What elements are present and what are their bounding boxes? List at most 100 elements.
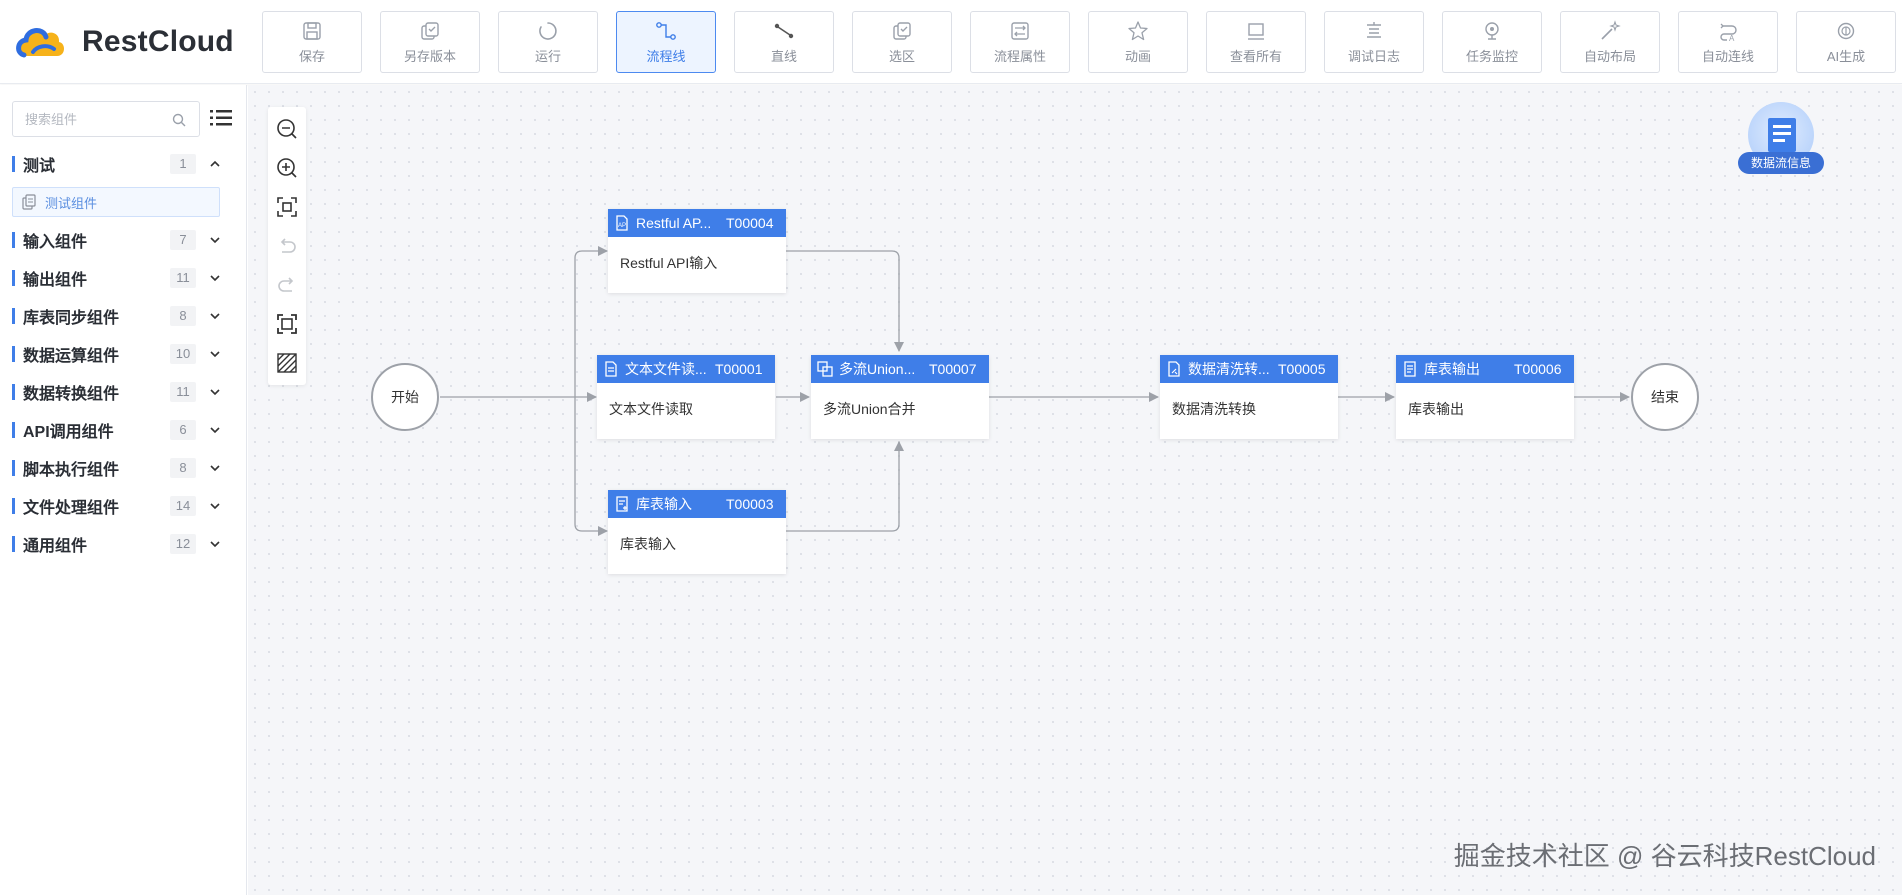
group-common[interactable]: 通用组件 12 (0, 525, 247, 563)
end-node[interactable]: 结束 (1631, 363, 1699, 431)
node-header: 多流Union... T00007 (811, 355, 989, 383)
flow-node-union[interactable]: 多流Union... T00007 多流Union合并 (811, 355, 989, 439)
fit-view-icon[interactable] (275, 195, 299, 219)
debug-log-button[interactable]: 调试日志 (1324, 11, 1424, 73)
watermark-text: 掘金技术社区 @ 谷云科技RestCloud (1453, 841, 1876, 871)
view-all-label: 查看所有 (1229, 49, 1282, 64)
group-marker (12, 498, 15, 514)
auto-connect-label: 自动连线 (1701, 49, 1754, 64)
group-data-compute[interactable]: 数据运算组件 10 (0, 335, 247, 373)
group-api-call[interactable]: API调用组件 6 (0, 411, 247, 449)
canvas-tool-panel (268, 107, 306, 385)
straight-line-icon (772, 19, 796, 43)
table-input-icon (614, 496, 630, 512)
zoom-out-icon[interactable] (275, 117, 299, 141)
data-clean-icon (1166, 361, 1182, 377)
straight-line-button[interactable]: 直线 (734, 11, 834, 73)
task-monitor-icon (1480, 19, 1504, 43)
group-count: 6 (170, 420, 196, 440)
straight-line-label: 直线 (770, 49, 797, 64)
group-output[interactable]: 输出组件 11 (0, 259, 247, 297)
app-logo[interactable]: RestCloud (14, 22, 234, 62)
api-file-icon: API (614, 215, 630, 231)
group-input[interactable]: 输入组件 7 (0, 221, 247, 259)
component-groups: 测试 1 测试组件 输入组件 7 输出组件 11 库表同步组件 8 数据运算组件… (0, 145, 247, 563)
select-area-button[interactable]: 选区 (852, 11, 952, 73)
start-node[interactable]: 开始 (371, 363, 439, 431)
save-button[interactable]: 保存 (262, 11, 362, 73)
group-name: 数据转换组件 (23, 386, 120, 403)
chevron-down-icon[interactable] (208, 461, 222, 475)
group-marker (12, 308, 15, 324)
save-version-button[interactable]: 另存版本 (380, 11, 480, 73)
node-header: 库表输出 T00006 (1396, 355, 1574, 383)
task-monitor-label: 任务监控 (1465, 49, 1518, 64)
node-header: 文本文件读... T00001 (597, 355, 775, 383)
component-item-label: 测试组件 (45, 195, 98, 211)
view-all-button[interactable]: 查看所有 (1206, 11, 1306, 73)
group-name: API调用组件 (23, 424, 114, 441)
node-header: API Restful AP... T00004 (608, 209, 786, 237)
flow-properties-icon (1008, 19, 1032, 43)
run-label: 运行 (534, 49, 561, 64)
group-data-transform[interactable]: 数据转换组件 11 (0, 373, 247, 411)
node-header: 数据清洗转... T00005 (1160, 355, 1338, 383)
animation-icon (1126, 19, 1150, 43)
component-file-icon (22, 194, 36, 210)
group-name: 输出组件 (23, 272, 88, 289)
group-marker (12, 536, 15, 552)
group-count: 14 (170, 496, 196, 516)
flow-node-table-input[interactable]: 库表输入 T00003 库表输入 (608, 490, 786, 574)
flow-canvas[interactable] (248, 85, 1902, 895)
group-table-sync[interactable]: 库表同步组件 8 (0, 297, 247, 335)
zoom-in-icon[interactable] (275, 156, 299, 180)
chevron-down-icon[interactable] (208, 423, 222, 437)
chevron-up-icon[interactable] (208, 157, 222, 171)
node-body: 库表输入 (620, 536, 676, 552)
dataflow-info-widget[interactable]: 数据流信息 (1738, 102, 1824, 178)
component-item-test[interactable]: 测试组件 (12, 187, 220, 217)
group-marker (12, 270, 15, 286)
redo-icon[interactable] (275, 273, 299, 297)
node-body: 数据清洗转换 (1172, 401, 1256, 417)
group-script-exec[interactable]: 脚本执行组件 8 (0, 449, 247, 487)
ai-generate-button[interactable]: AI生成 (1796, 11, 1896, 73)
animation-button[interactable]: 动画 (1088, 11, 1188, 73)
group-file-process[interactable]: 文件处理组件 14 (0, 487, 247, 525)
chevron-down-icon[interactable] (208, 537, 222, 551)
auto-connect-button[interactable]: A 自动连线 (1678, 11, 1778, 73)
group-name: 数据运算组件 (23, 348, 120, 365)
animation-label: 动画 (1124, 49, 1151, 64)
chevron-down-icon[interactable] (208, 347, 222, 361)
flow-node-text-file[interactable]: 文本文件读... T00001 文本文件读取 (597, 355, 775, 439)
search-icon[interactable] (171, 112, 187, 128)
list-view-icon[interactable] (208, 105, 234, 131)
group-test[interactable]: 测试 1 (0, 145, 247, 183)
component-search-input[interactable] (25, 111, 175, 127)
flow-node-data-clean[interactable]: 数据清洗转... T00005 数据清洗转换 (1160, 355, 1338, 439)
fullscreen-icon[interactable] (275, 312, 299, 336)
node-title: 多流Union... (839, 361, 916, 377)
group-name: 脚本执行组件 (23, 462, 120, 479)
flow-line-button[interactable]: 流程线 (616, 11, 716, 73)
run-button[interactable]: 运行 (498, 11, 598, 73)
chevron-down-icon[interactable] (208, 385, 222, 399)
node-title: 数据清洗转... (1188, 361, 1270, 377)
auto-layout-button[interactable]: 自动布局 (1560, 11, 1660, 73)
flow-properties-button[interactable]: 流程属性 (970, 11, 1070, 73)
chevron-down-icon[interactable] (208, 233, 222, 247)
flow-node-table-output[interactable]: 库表输出 T00006 库表输出 (1396, 355, 1574, 439)
group-marker (12, 346, 15, 362)
group-count: 12 (170, 534, 196, 554)
svg-text:API: API (618, 223, 628, 229)
task-monitor-button[interactable]: 任务监控 (1442, 11, 1542, 73)
chevron-down-icon[interactable] (208, 499, 222, 513)
undo-icon[interactable] (275, 234, 299, 258)
auto-layout-label: 自动布局 (1583, 49, 1636, 64)
grid-toggle-icon[interactable] (275, 351, 299, 375)
chevron-down-icon[interactable] (208, 271, 222, 285)
group-count: 1 (170, 154, 196, 174)
flow-node-restful-api[interactable]: API Restful AP... T00004 Restful API输入 (608, 209, 786, 293)
node-code: T00001 (715, 361, 763, 377)
chevron-down-icon[interactable] (208, 309, 222, 323)
